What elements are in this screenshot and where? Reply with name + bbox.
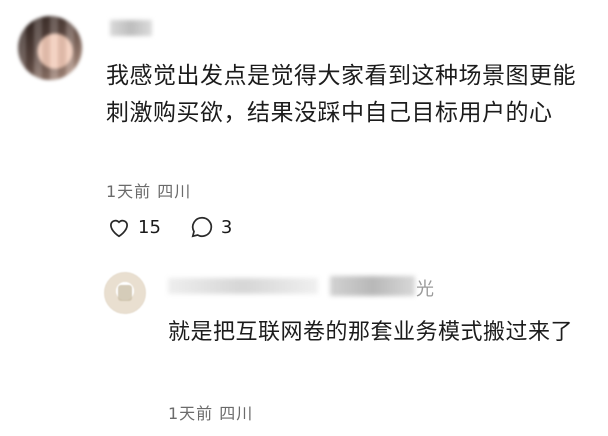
reply-name-blurred-2[interactable] [330,276,415,296]
reply-name-blurred[interactable] [168,278,318,294]
comment-actions: 15 3 [106,214,260,240]
reply-location: 四川 [219,404,254,423]
commenter-avatar[interactable] [18,16,82,80]
reply-meta: 1天前 四川 [168,400,253,424]
comment-bubble-icon [191,216,213,238]
comment-location: 四川 [157,182,192,201]
comment-meta: 1天前 四川 [106,178,191,202]
reply-count: 3 [220,216,233,238]
reply-name-tail: 光 [416,279,434,300]
reply-avatar[interactable] [104,272,146,314]
comment-text: 我感觉出发点是觉得大家看到这种场景图更能刺激购买欲，结果没踩中自己目标用户的心 [106,63,576,126]
reply-time: 1天前 [168,404,214,423]
like-count: 15 [138,216,161,238]
reply-button[interactable]: 3 [189,214,232,240]
avatar-blur-overlay [18,16,82,80]
heart-icon [110,219,128,238]
reply-text: 就是把互联网卷的那套业务模式搬过来了 [168,320,574,345]
like-button[interactable]: 15 [106,214,161,240]
comment-time: 1天前 [106,182,152,201]
commenter-name-blurred[interactable] [110,20,152,36]
